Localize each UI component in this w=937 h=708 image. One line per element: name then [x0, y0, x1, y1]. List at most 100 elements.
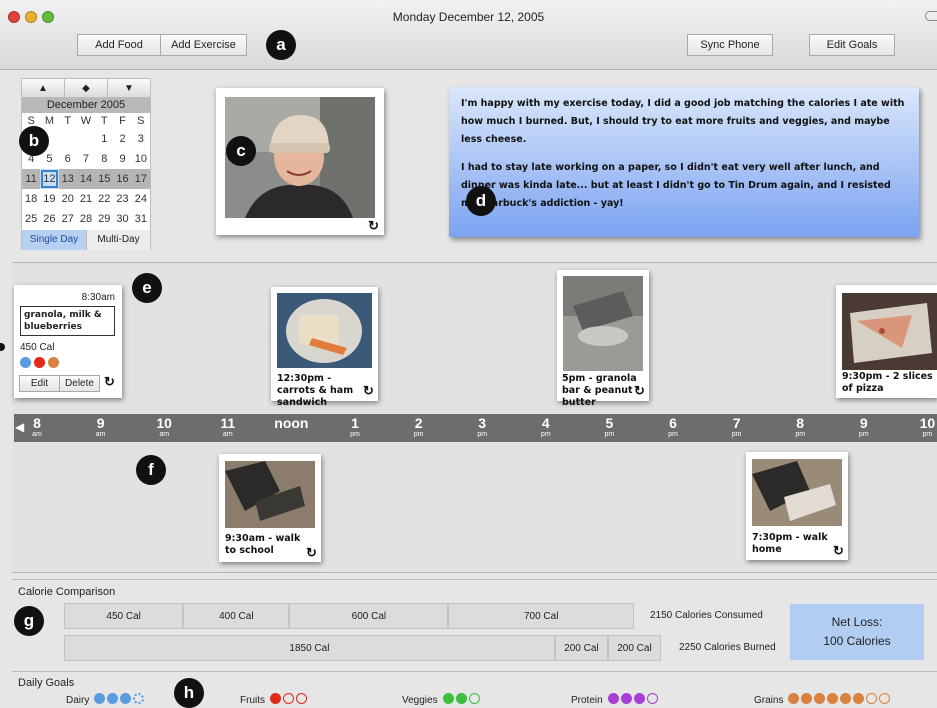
rotate-photo-icon[interactable]: ↻: [368, 218, 379, 234]
calendar-day[interactable]: 22: [95, 189, 113, 209]
rotate-card-icon[interactable]: ↻: [104, 374, 115, 390]
timeline-tick: 4 pm: [526, 416, 566, 439]
timeline-tick-hour: 10: [919, 415, 936, 431]
calendar-day[interactable]: 9: [113, 149, 131, 169]
goal-dot-filled: [270, 693, 281, 704]
calendar-day[interactable]: 17: [132, 169, 150, 189]
burned-segment: 200 Cal: [607, 635, 661, 661]
calendar-day[interactable]: 15: [95, 169, 113, 189]
calendar-day[interactable]: 2: [113, 129, 131, 149]
calendar-day[interactable]: 3: [132, 129, 150, 149]
timeline-tick: 8 am: [17, 416, 57, 439]
calendar-day[interactable]: 16: [113, 169, 131, 189]
goal-progress-dots: [788, 693, 892, 707]
calendar-day[interactable]: 6: [59, 149, 77, 169]
calendar-day[interactable]: 11: [22, 169, 40, 189]
meal-description-field[interactable]: granola, milk & blueberries: [20, 306, 115, 336]
food-photo: [277, 293, 372, 368]
weekday-label: M: [44, 115, 54, 127]
calendar-day[interactable]: 29: [95, 209, 113, 229]
today-button[interactable]: ◆: [65, 79, 108, 98]
calendar-day[interactable]: 26: [40, 209, 58, 229]
exercise-entry-card[interactable]: 7:30pm - walk home ↻: [746, 452, 848, 560]
timeline-tick-hour: 4: [541, 415, 550, 431]
goal-dot-filled: [633, 693, 645, 704]
edit-meal-button[interactable]: Edit: [19, 375, 60, 392]
previous-month-button[interactable]: ▲: [22, 79, 65, 98]
calendar-day[interactable]: 1: [95, 129, 113, 149]
calendar-week-row-current: 11 12 13 14 15 16 17: [22, 169, 150, 189]
timeline-tick-period: pm: [731, 431, 742, 438]
calendar-day[interactable]: 21: [77, 189, 95, 209]
timeline-tick: 9 am: [81, 416, 121, 439]
food-entry-caption: 9:30pm - 2 slices of pizza: [842, 371, 933, 394]
add-food-button[interactable]: Add Food: [77, 34, 161, 56]
calendar-day[interactable]: 10: [132, 149, 150, 169]
calendar-day[interactable]: 27: [59, 209, 77, 229]
goal-dot-filled: [107, 693, 119, 704]
calendar-day-selected[interactable]: 12: [40, 169, 59, 189]
journal-note[interactable]: I'm happy with my exercise today, I did …: [449, 87, 919, 237]
exercise-photo: [752, 459, 842, 526]
calendar-day[interactable]: [59, 129, 77, 149]
goal-progress-dots: [270, 693, 309, 707]
toolbar-toggle-button[interactable]: [925, 11, 937, 21]
food-entry-card[interactable]: 12:30pm - carrots & ham sandwich ↻: [271, 287, 378, 408]
food-group-dots: [20, 357, 62, 371]
goal-fruits: Fruits: [240, 693, 309, 707]
add-exercise-button[interactable]: Add Exercise: [160, 34, 247, 56]
sync-phone-button[interactable]: Sync Phone: [687, 34, 773, 56]
exercise-entry-card[interactable]: 9:30am - walk to school ↻: [219, 454, 321, 562]
food-photo: [563, 276, 643, 371]
burned-segment: 1850 Cal: [64, 635, 555, 661]
calendar-day[interactable]: 19: [40, 189, 58, 209]
rotate-card-icon[interactable]: ↻: [634, 383, 645, 399]
calendar-day[interactable]: 31: [132, 209, 150, 229]
calendar-day[interactable]: 20: [59, 189, 77, 209]
weekday-label: F: [119, 115, 126, 127]
meal-card-expanded[interactable]: 8:30am granola, milk & blueberries 450 C…: [14, 285, 122, 398]
single-day-tab[interactable]: Single Day: [22, 230, 86, 250]
dairy-dot: [20, 357, 31, 368]
goal-dot-filled: [801, 693, 813, 704]
food-entry-card[interactable]: 5pm - granola bar & peanut butter ↻: [557, 270, 649, 408]
grain-dot: [48, 357, 59, 368]
goal-label: Fruits: [240, 694, 265, 706]
edit-goals-button[interactable]: Edit Goals: [809, 34, 895, 56]
rotate-card-icon[interactable]: ↻: [306, 545, 317, 561]
calendar-day[interactable]: 7: [77, 149, 95, 169]
timeline-tick: 5 pm: [589, 416, 629, 439]
food-photo: [842, 293, 937, 370]
calendar-day[interactable]: 8: [95, 149, 113, 169]
food-entry-card[interactable]: 9:30pm - 2 slices of pizza: [836, 285, 937, 398]
timeline-tick: 10 am: [144, 416, 184, 439]
timeline-tick-hour: 10: [156, 415, 172, 431]
rotate-card-icon[interactable]: ↻: [833, 543, 844, 559]
timeline-tick: 3 pm: [462, 416, 502, 439]
calories-consumed-total: 2150 Calories Consumed: [650, 610, 763, 621]
goal-label: Grains: [754, 694, 784, 706]
calendar-day[interactable]: 24: [132, 189, 150, 209]
journal-note-paragraph: I'm happy with my exercise today, I did …: [461, 98, 905, 145]
calendar-day[interactable]: 14: [77, 169, 95, 189]
calendar-day[interactable]: 13: [59, 169, 77, 189]
rotate-card-icon[interactable]: ↻: [363, 383, 374, 399]
timeline-tick-hour: 6: [669, 415, 677, 431]
multi-day-tab[interactable]: Multi-Day: [86, 230, 150, 250]
goal-dot-filled: [455, 693, 467, 704]
calendar-day[interactable]: 18: [22, 189, 40, 209]
fruit-dot: [34, 357, 45, 368]
goal-veggies: Veggies: [402, 693, 482, 707]
timeline-tick-hour: 9: [859, 415, 868, 431]
calendar-day[interactable]: 23: [113, 189, 131, 209]
next-month-button[interactable]: ▼: [108, 79, 150, 98]
calendar-week-row: 25 26 27 28 29 30 31: [22, 209, 150, 229]
calendar-day[interactable]: 25: [22, 209, 40, 229]
net-label: Net Loss:: [831, 615, 883, 629]
calendar-day[interactable]: 28: [77, 209, 95, 229]
window-title: Monday December 12, 2005: [392, 10, 545, 24]
calendar-day[interactable]: 30: [113, 209, 131, 229]
calendar-day[interactable]: [77, 129, 95, 149]
timeline-tick-period: am: [32, 431, 42, 438]
delete-meal-button[interactable]: Delete: [59, 375, 100, 392]
